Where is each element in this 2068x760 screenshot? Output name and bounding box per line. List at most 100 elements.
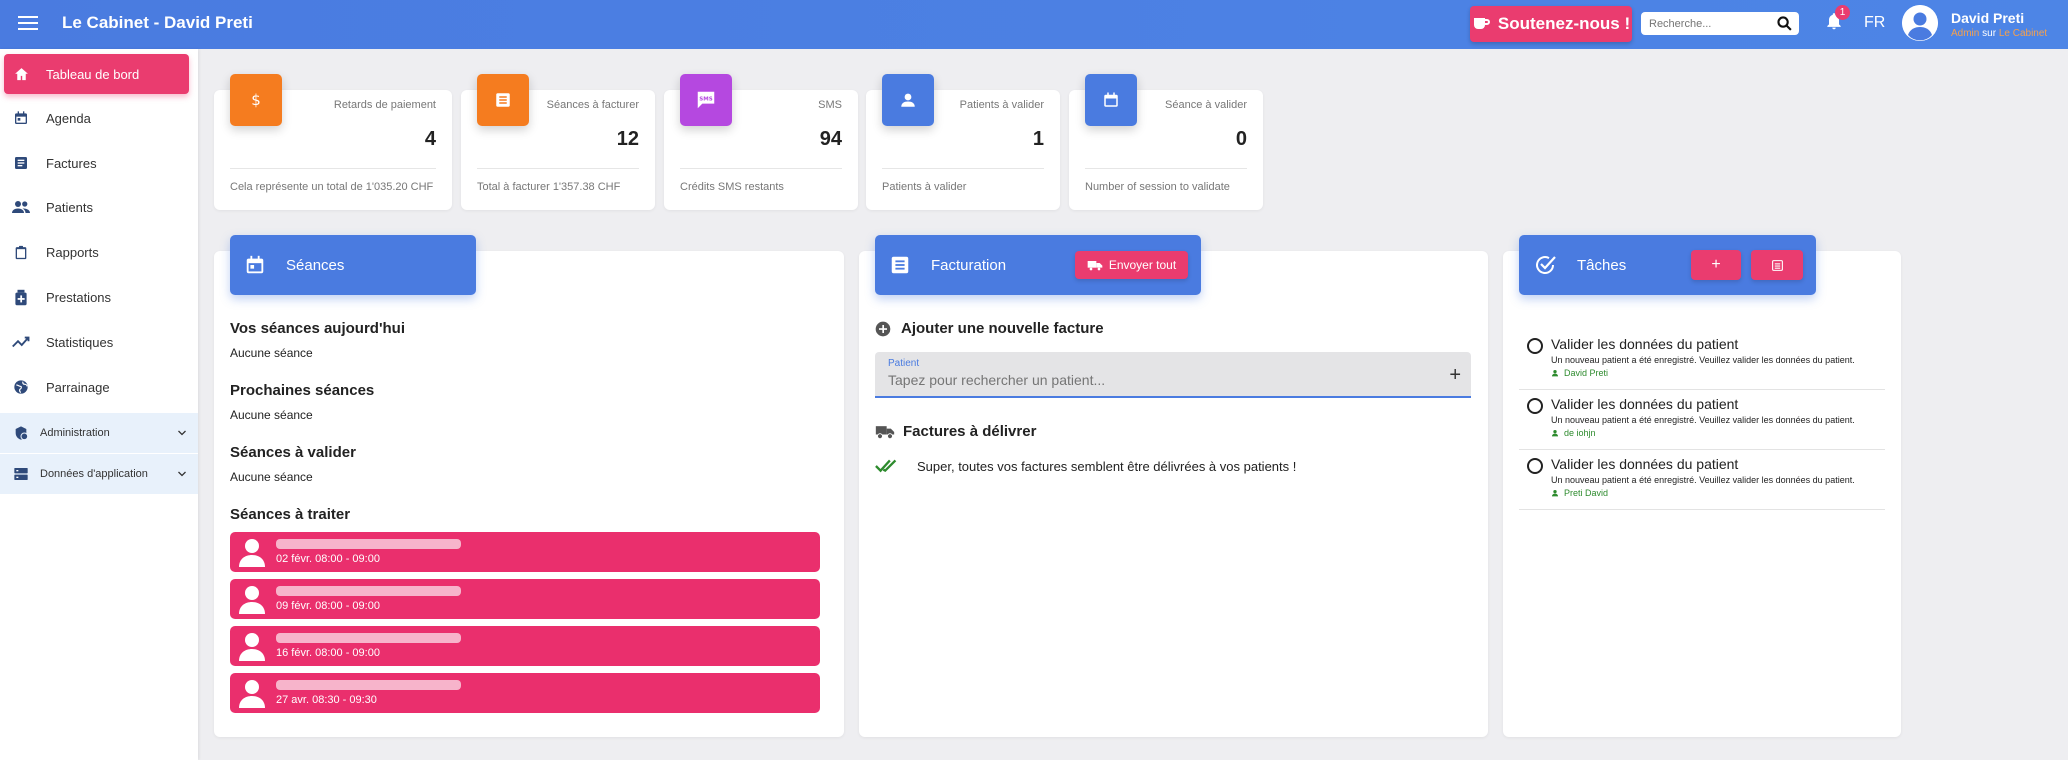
session-row[interactable]: 02 févr. 08:00 - 09:00 <box>230 532 820 572</box>
today-sessions-title: Vos séances aujourd'hui <box>230 320 406 337</box>
session-time: 27 avr. 08:30 - 09:30 <box>276 694 377 706</box>
task-item[interactable]: Valider les données du patient Un nouvea… <box>1519 450 1885 510</box>
person-icon <box>239 633 265 661</box>
divider <box>230 168 436 169</box>
chevron-down-icon <box>178 430 186 436</box>
support-button[interactable]: Soutenez-nous ! <box>1470 6 1632 42</box>
sidebar-item-label: Parrainage <box>46 379 110 395</box>
session-row[interactable]: 27 avr. 08:30 - 09:30 <box>230 673 820 713</box>
sessions-header: Séances <box>230 235 476 295</box>
sidebar-item-dashboard[interactable]: Tableau de bord <box>4 54 189 94</box>
add-task-button[interactable]: + <box>1691 250 1741 280</box>
redacted-name-bar <box>276 680 461 690</box>
task-title: Valider les données du patient <box>1551 336 1739 352</box>
sms-icon: SMS <box>680 74 732 126</box>
app-title: Le Cabinet - David Preti <box>62 13 253 32</box>
patient-search-input[interactable] <box>888 372 1428 388</box>
session-row[interactable]: 16 févr. 08:00 - 09:00 <box>230 626 820 666</box>
task-description: Un nouveau patient a été enregistré. Veu… <box>1551 355 1855 365</box>
avatar[interactable] <box>1902 5 1938 41</box>
task-title: Valider les données du patient <box>1551 396 1739 412</box>
search-input[interactable] <box>1641 12 1761 35</box>
stat-card-sessions-to-bill[interactable]: Séances à facturer 12 Total à facturer 1… <box>461 74 655 210</box>
sidebar-item-prestations[interactable]: Prestations <box>4 277 189 317</box>
task-checkbox[interactable] <box>1527 398 1543 414</box>
delivery-truck-icon <box>875 425 895 439</box>
search-icon[interactable] <box>1776 15 1793 32</box>
sidebar-group-donnees[interactable]: Données d'application <box>0 454 198 494</box>
tasks-panel: Tâches + Valider les données du patient … <box>1503 235 1901 737</box>
sidebar-item-label: Tableau de bord <box>46 66 140 82</box>
user-avatar-icon <box>1902 5 1938 41</box>
invoices-delivered-message: Super, toutes vos factures semblent être… <box>875 458 1296 474</box>
sidebar-item-factures[interactable]: Factures <box>4 143 189 183</box>
task-checkbox[interactable] <box>1527 338 1543 354</box>
plus-icon[interactable]: + <box>1449 364 1461 387</box>
sidebar-item-parrainage[interactable]: Parrainage <box>4 367 189 407</box>
stat-card-session-to-validate[interactable]: Séance à valider 0 Number of session to … <box>1069 74 1263 210</box>
validate-sessions-title: Séances à valider <box>230 444 356 461</box>
redacted-name-bar <box>276 539 461 549</box>
dollar-icon: $ <box>230 74 282 126</box>
stat-label: Retards de paiement <box>333 99 436 111</box>
stat-footer: Patients à valider <box>882 181 967 193</box>
sidebar-item-patients[interactable]: Patients <box>4 187 189 227</box>
task-user-name: de iohjn <box>1564 428 1596 438</box>
sidebar-item-statistiques[interactable]: Statistiques <box>4 322 189 362</box>
task-checkbox[interactable] <box>1527 458 1543 474</box>
person-icon <box>1552 370 1558 377</box>
patient-field-label: Patient <box>888 358 920 369</box>
stat-footer: Crédits SMS restants <box>680 181 784 193</box>
svg-text:SMS: SMS <box>699 96 712 102</box>
send-all-button[interactable]: Envoyer tout <box>1075 251 1188 279</box>
session-time: 02 févr. 08:00 - 09:00 <box>276 553 380 565</box>
language-selector[interactable]: FR <box>1864 14 1885 32</box>
add-invoice-label: Ajouter une nouvelle facture <box>901 320 1104 337</box>
calendar-icon <box>1085 74 1137 126</box>
stat-card-sms[interactable]: SMS SMS 94 Crédits SMS restants <box>664 74 858 210</box>
stat-label: Patients à valider <box>959 99 1044 111</box>
invoices-to-deliver-title: Factures à délivrer <box>875 423 1036 440</box>
stat-card-payment-delays[interactable]: $ Retards de paiement 4 Cela représente … <box>214 74 452 210</box>
billing-panel: Facturation Envoyer tout Ajouter une nou… <box>859 235 1488 737</box>
sidebar: Tableau de bord Agenda Factures Patients… <box>0 49 198 760</box>
admin-icon <box>12 424 30 442</box>
menu-icon[interactable] <box>16 12 40 36</box>
user-name: David Preti <box>1951 10 2025 26</box>
task-user: David Preti <box>1551 368 1608 378</box>
task-item[interactable]: Valider les données du patient Un nouvea… <box>1519 330 1885 390</box>
task-title: Valider les données du patient <box>1551 456 1739 472</box>
stat-label: Séances à facturer <box>546 99 639 111</box>
panel-title: Tâches <box>1577 256 1627 274</box>
next-sessions-title: Prochaines séances <box>230 382 375 399</box>
trend-icon <box>12 333 30 351</box>
sidebar-item-label: Factures <box>46 155 97 171</box>
sidebar-group-administration[interactable]: Administration <box>0 413 198 453</box>
home-icon <box>12 65 30 83</box>
session-row[interactable]: 09 févr. 08:00 - 09:00 <box>230 579 820 619</box>
person-icon <box>239 539 265 567</box>
task-user: de iohjn <box>1551 428 1596 438</box>
task-list-button[interactable] <box>1751 250 1803 280</box>
sidebar-item-agenda[interactable]: Agenda <box>4 98 189 138</box>
notification-badge: 1 <box>1835 5 1850 20</box>
support-label: Soutenez-nous ! <box>1497 14 1631 33</box>
notifications-button[interactable]: 1 <box>1824 5 1850 36</box>
svg-text:$: $ <box>251 91 261 109</box>
task-user: Preti David <box>1551 488 1608 498</box>
globe-icon <box>12 378 30 396</box>
stat-card-patients-to-validate[interactable]: Patients à valider 1 Patients à valider <box>866 74 1060 210</box>
sidebar-item-rapports[interactable]: Rapports <box>4 232 189 272</box>
person-icon <box>882 74 934 126</box>
stat-value: 4 <box>424 128 436 150</box>
next-sessions-text: Aucune séance <box>230 408 313 422</box>
treat-sessions-title: Séances à traiter <box>230 506 351 523</box>
sidebar-group-label: Administration <box>40 427 110 439</box>
add-invoice-button[interactable]: Ajouter une nouvelle facture <box>875 320 1104 337</box>
user-role: Admin sur Le Cabinet <box>1951 28 2047 39</box>
task-item[interactable]: Valider les données du patient Un nouvea… <box>1519 390 1885 450</box>
sidebar-item-label: Agenda <box>46 110 91 126</box>
stat-value: 0 <box>1235 128 1247 150</box>
sidebar-item-label: Statistiques <box>46 334 114 350</box>
chevron-down-icon <box>178 471 186 477</box>
